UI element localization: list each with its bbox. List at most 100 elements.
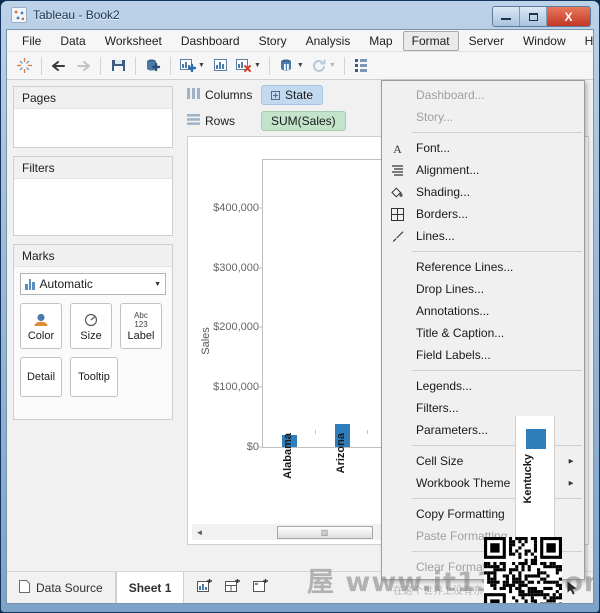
mark-type-dropdown[interactable]: Automatic ▼ xyxy=(20,273,166,295)
new-dashboard-icon[interactable] xyxy=(224,578,242,597)
menu-item-reference-lines[interactable]: Reference Lines... xyxy=(382,256,584,278)
tableau-home-icon[interactable] xyxy=(13,55,35,77)
menu-map[interactable]: Map xyxy=(360,31,401,51)
scroll-left-arrow-icon[interactable]: ◄ xyxy=(192,525,207,540)
rows-field-sum-sales[interactable]: SUM(Sales) xyxy=(261,111,346,131)
refresh-caret-icon[interactable]: ▼ xyxy=(329,62,336,69)
pause-caret-icon[interactable]: ▼ xyxy=(297,62,304,69)
data-source-label: Data Source xyxy=(36,580,103,595)
title-bar: Tableau - Book2 X xyxy=(3,3,597,29)
marks-tooltip-label: Tooltip xyxy=(78,371,110,383)
save-icon[interactable] xyxy=(107,55,129,77)
x-axis-tick-mark xyxy=(314,430,316,434)
marks-tooltip-button[interactable]: Tooltip xyxy=(70,357,118,397)
sheet-tab-sheet1[interactable]: Sheet 1 xyxy=(115,572,185,603)
y-axis-tick-label: $300,000 xyxy=(213,261,259,274)
menu-separator xyxy=(412,498,582,499)
columns-shelf-label: Columns xyxy=(187,88,261,102)
menu-separator xyxy=(412,370,582,371)
data-source-tab[interactable]: Data Source xyxy=(7,572,116,603)
x-axis-label-alabama: Alabama xyxy=(282,433,295,479)
menu-item-label: Copy Formatting xyxy=(416,507,505,521)
filters-card: Filters xyxy=(13,156,173,236)
marks-color-button[interactable]: Color xyxy=(20,303,62,349)
menu-item-title-caption[interactable]: Title & Caption... xyxy=(382,322,584,344)
marks-card: Marks Automatic ▼ Color Size Abc 123 Lab… xyxy=(13,244,173,420)
swap-rows-columns-icon[interactable] xyxy=(351,55,373,77)
plus-box-icon[interactable] xyxy=(271,90,280,100)
close-button[interactable]: X xyxy=(547,7,590,26)
chevron-down-icon: ▼ xyxy=(154,280,161,288)
rows-shelf-label: Rows xyxy=(187,114,261,128)
menu-item-font[interactable]: A Font... xyxy=(382,137,584,159)
back-arrow-icon[interactable] xyxy=(48,55,70,77)
menu-dashboard[interactable]: Dashboard xyxy=(172,31,249,51)
sheet-tab-label: Sheet 1 xyxy=(128,580,172,595)
menu-window[interactable]: Window xyxy=(514,31,575,51)
marks-color-label: Color xyxy=(27,330,55,342)
menu-item-dashboard: Dashboard... xyxy=(382,84,584,106)
menu-item-drop-lines[interactable]: Drop Lines... xyxy=(382,278,584,300)
filters-shelf-dropzone[interactable] xyxy=(14,179,172,235)
data-source-icon xyxy=(19,579,30,596)
menu-item-story: Story... xyxy=(382,106,584,128)
menu-item-alignment[interactable]: Alignment... xyxy=(382,159,584,181)
tableau-window: Tableau - Book2 X File Data Worksheet Da… xyxy=(0,0,600,613)
x-axis-label-arizona: Arizona xyxy=(335,433,347,474)
menu-analysis[interactable]: Analysis xyxy=(297,31,360,51)
bar-kentucky[interactable] xyxy=(526,429,546,449)
menu-item-label: Filters... xyxy=(416,401,459,415)
new-worksheet-icon[interactable] xyxy=(196,578,214,597)
menu-story[interactable]: Story xyxy=(250,31,296,51)
menu-item-label: Font... xyxy=(416,141,451,155)
menu-item-label: Title & Caption... xyxy=(416,326,505,340)
refresh-data-source-icon[interactable] xyxy=(308,55,330,77)
marks-label-button[interactable]: Abc 123 Label xyxy=(120,303,162,349)
marks-size-label: Size xyxy=(80,330,102,342)
menu-file[interactable]: File xyxy=(13,31,50,51)
new-worksheet-icon[interactable] xyxy=(177,55,199,77)
y-axis-tick-mark xyxy=(259,386,263,388)
new-worksheet-caret-icon[interactable]: ▼ xyxy=(198,62,205,69)
y-axis-tick-mark xyxy=(259,267,263,269)
minimize-button[interactable] xyxy=(493,7,520,26)
menu-item-field-labels[interactable]: Field Labels... xyxy=(382,344,584,366)
menu-item-shading[interactable]: Shading... xyxy=(382,181,584,203)
menu-worksheet[interactable]: Worksheet xyxy=(96,31,171,51)
menu-item-lines[interactable]: Lines... xyxy=(382,225,584,247)
marks-detail-button[interactable]: Detail xyxy=(20,357,62,397)
marks-label-label: Label xyxy=(127,330,155,342)
toolbar-separator xyxy=(343,56,345,75)
menu-data[interactable]: Data xyxy=(51,31,94,51)
scrollbar-thumb[interactable]: ▥ xyxy=(277,525,373,539)
y-axis-tick-label: $100,000 xyxy=(213,381,259,394)
new-story-icon[interactable] xyxy=(252,578,270,597)
pages-card-title: Pages xyxy=(14,87,172,109)
y-axis-tick-mark xyxy=(259,207,263,209)
pages-shelf-dropzone[interactable] xyxy=(14,109,172,147)
marks-card-body: Automatic ▼ Color Size Abc 123 Label Det… xyxy=(14,267,172,419)
columns-field-state[interactable]: State xyxy=(261,85,324,105)
menu-format[interactable]: Format xyxy=(402,30,459,51)
menu-help[interactable]: Help xyxy=(576,31,593,51)
window-title: Tableau - Book2 xyxy=(33,8,120,22)
columns-label-text: Columns xyxy=(205,88,253,102)
menu-server[interactable]: Server xyxy=(460,31,513,51)
maximize-button[interactable] xyxy=(520,7,547,26)
abc-123-label-icon: Abc 123 xyxy=(134,311,148,329)
clear-sheet-caret-icon[interactable]: ▼ xyxy=(254,62,261,69)
new-data-source-icon[interactable] xyxy=(142,55,164,77)
menu-item-annotations[interactable]: Annotations... xyxy=(382,300,584,322)
clear-sheet-icon[interactable] xyxy=(233,55,255,77)
menu-item-legends[interactable]: Legends... xyxy=(382,375,584,397)
alignment-icon xyxy=(388,162,406,178)
bar-chart-icon xyxy=(25,278,35,290)
menu-item-label: Drop Lines... xyxy=(416,282,485,296)
marks-size-button[interactable]: Size xyxy=(70,303,112,349)
pause-auto-update-icon[interactable] xyxy=(276,55,298,77)
menu-item-label: Story... xyxy=(416,110,454,124)
forward-arrow-icon[interactable] xyxy=(72,55,94,77)
menu-separator xyxy=(412,445,582,446)
duplicate-sheet-icon[interactable] xyxy=(209,55,231,77)
menu-item-borders[interactable]: Borders... xyxy=(382,203,584,225)
